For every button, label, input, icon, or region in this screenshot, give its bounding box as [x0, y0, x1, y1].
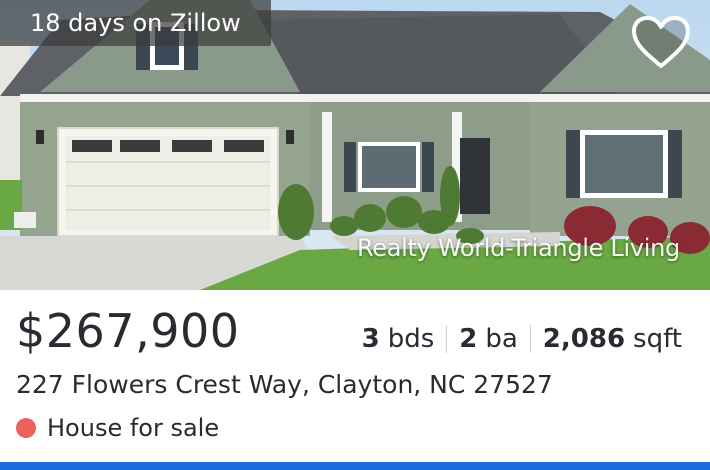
- listing-price: $267,900: [16, 304, 240, 358]
- photo-watermark: Realty World-Triangle Living: [356, 234, 680, 262]
- save-home-button[interactable]: [630, 14, 692, 72]
- listing-info: $267,900 3 bds 2 ba 2,086 sqft 227 Flowers …: [0, 290, 710, 470]
- status-dot-icon: [16, 418, 36, 438]
- card-accent-bar: [0, 462, 710, 470]
- heart-outline-icon: [632, 16, 690, 68]
- baths-fact: 2 ba: [459, 324, 518, 354]
- sqft-value: 2,086: [542, 324, 626, 354]
- listing-status: House for sale: [16, 414, 219, 442]
- listing-card[interactable]: Realty World-Triangle Living 18 days on …: [0, 0, 710, 470]
- listing-facts: 3 bds 2 ba 2,086 sqft: [362, 324, 682, 354]
- facts-divider: [446, 325, 448, 353]
- facts-divider: [529, 325, 531, 353]
- baths-unit: ba: [485, 324, 518, 354]
- beds-value: 3: [361, 324, 380, 354]
- beds-unit: bds: [387, 324, 435, 354]
- baths-value: 2: [459, 324, 478, 354]
- sqft-unit: sqft: [633, 324, 682, 354]
- status-label: House for sale: [47, 414, 220, 442]
- sqft-fact: 2,086 sqft: [543, 324, 682, 354]
- days-on-market-badge: 18 days on Zillow: [0, 0, 271, 46]
- listing-address[interactable]: 227 Flowers Crest Way, Clayton, NC 27527: [16, 370, 553, 399]
- beds-fact: 3 bds: [362, 324, 435, 354]
